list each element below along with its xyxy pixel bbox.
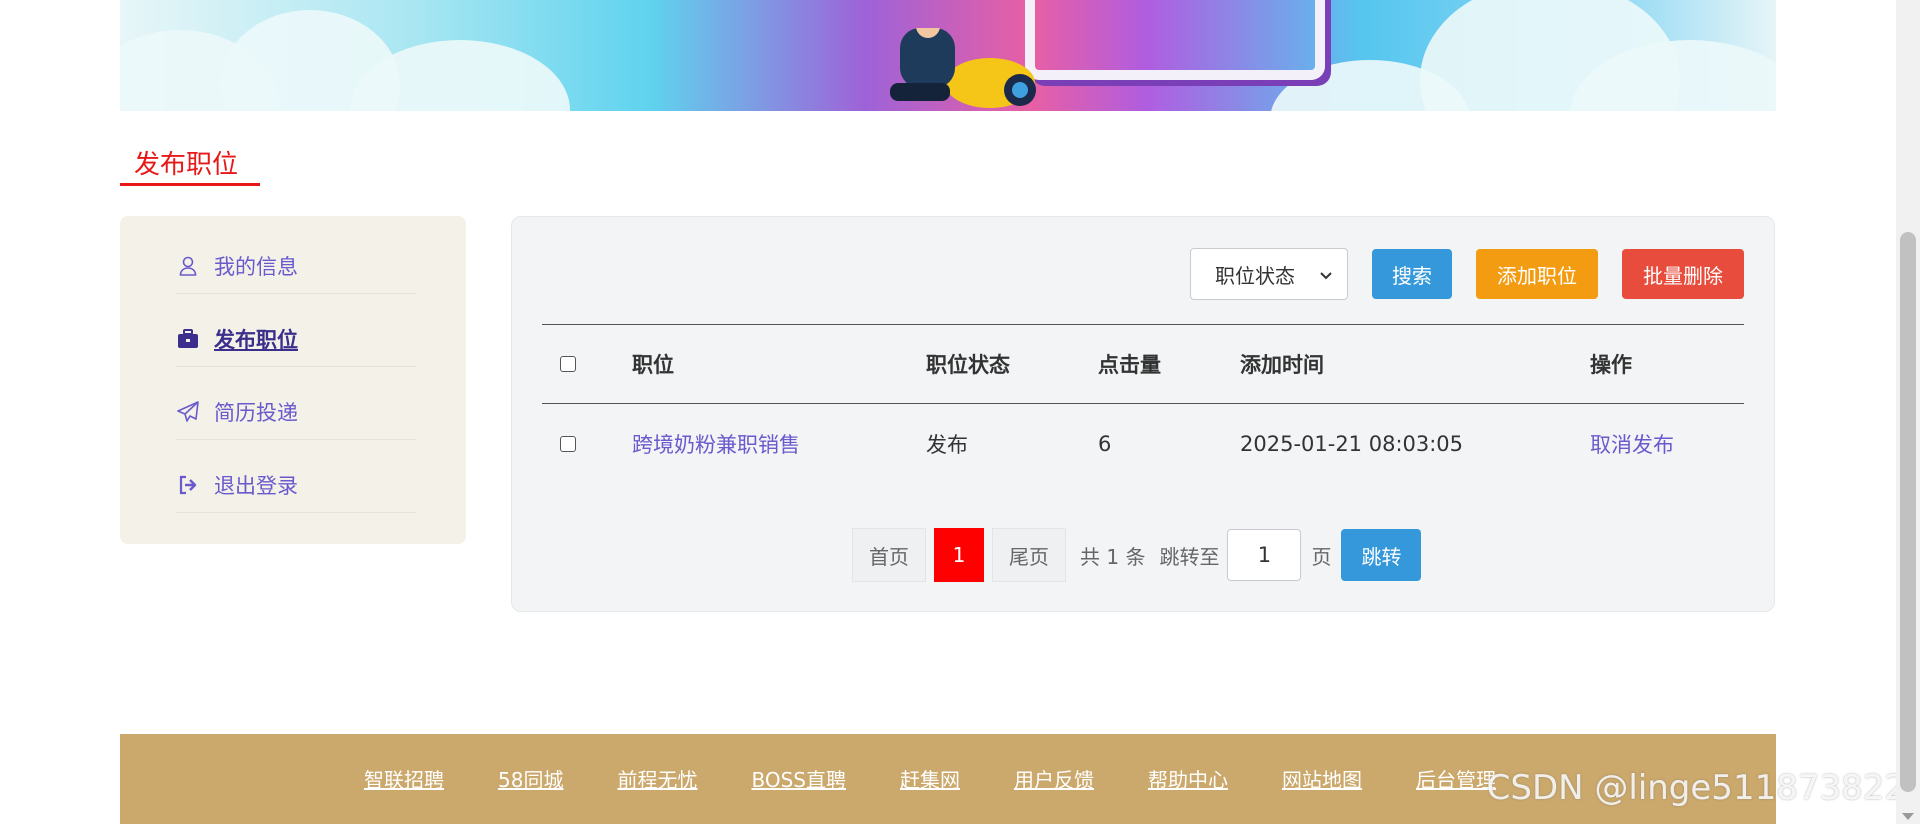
footer-link-zhilian[interactable]: 智联招聘 <box>364 764 444 793</box>
footer-link-boss[interactable]: BOSS直聘 <box>751 764 846 793</box>
jump-to-label: 跳转至 <box>1159 544 1220 569</box>
sidebar-item-my-info[interactable]: 我的信息 <box>176 238 416 294</box>
sign-out-icon <box>176 473 200 497</box>
sidebar-item-post-job[interactable]: 发布职位 <box>176 311 416 367</box>
footer-link-admin[interactable]: 后台管理 <box>1416 764 1496 793</box>
footer-link-sitemap[interactable]: 网站地图 <box>1282 764 1362 793</box>
paper-plane-icon <box>176 400 200 424</box>
sidebar-item-label: 我的信息 <box>214 254 298 279</box>
job-status: 发布 <box>926 433 968 457</box>
header-added-time: 添加时间 <box>1240 353 1324 377</box>
last-page-button[interactable]: 尾页 <box>992 528 1066 582</box>
job-title-link[interactable]: 跨境奶粉兼职销售 <box>632 404 800 484</box>
section-title-text: 发布职位 <box>134 150 239 180</box>
table-header: 职位 职位状态 点击量 添加时间 操作 <box>542 324 1744 404</box>
header-status: 职位状态 <box>926 353 1010 377</box>
footer-link-help[interactable]: 帮助中心 <box>1148 764 1228 793</box>
unpublish-link[interactable]: 取消发布 <box>1590 404 1674 484</box>
chevron-down-icon <box>1319 262 1333 286</box>
total-count: 共 1 条 <box>1080 544 1146 569</box>
sidebar-item-label: 退出登录 <box>214 473 298 498</box>
job-clicks: 6 <box>1098 432 1112 456</box>
batch-delete-button[interactable]: 批量删除 <box>1622 249 1744 299</box>
job-status-select[interactable]: 职位状态 <box>1190 248 1348 300</box>
footer-link-51job[interactable]: 前程无忧 <box>617 764 697 793</box>
jump-page-input[interactable]: 1 <box>1227 529 1302 581</box>
job-status-select-value: 职位状态 <box>1215 263 1295 288</box>
footer-links: 智联招聘 58同城 前程无忧 BOSS直聘 赶集网 用户反馈 帮助中心 网站地图… <box>364 764 1496 793</box>
briefcase-icon <box>176 327 200 351</box>
sidebar-item-label: 简历投递 <box>214 400 298 425</box>
jump-button[interactable]: 跳转 <box>1341 529 1422 581</box>
row-checkbox[interactable] <box>560 404 576 484</box>
page-unit-label: 页 <box>1311 544 1332 569</box>
add-job-button[interactable]: 添加职位 <box>1476 249 1598 299</box>
pagination: 首页 1 尾页 共 1 条 跳转至 1 页 跳转 <box>852 528 1422 582</box>
section-title-underline <box>120 183 260 186</box>
header-job: 职位 <box>632 353 674 377</box>
footer-link-feedback[interactable]: 用户反馈 <box>1014 764 1094 793</box>
first-page-button[interactable]: 首页 <box>852 528 926 582</box>
sidebar-item-resumes[interactable]: 简历投递 <box>176 384 416 440</box>
header-clicks: 点击量 <box>1098 353 1161 377</box>
sidebar-item-logout[interactable]: 退出登录 <box>176 457 416 513</box>
sidebar-item-label: 发布职位 <box>214 327 298 352</box>
scooter-illustration <box>890 28 1036 108</box>
job-added-time: 2025-01-21 08:03:05 <box>1240 432 1464 456</box>
select-all-checkbox[interactable] <box>560 325 576 403</box>
watermark: CSDN @linge511873822 <box>1486 768 1906 808</box>
current-page-button[interactable]: 1 <box>934 528 984 582</box>
toolbar: 职位状态 搜索 添加职位 批量删除 <box>1190 248 1744 300</box>
scrollbar-thumb[interactable] <box>1900 232 1916 792</box>
table-row: 跨境奶粉兼职销售 发布 6 2025-01-21 08:03:05 取消发布 <box>542 404 1744 484</box>
scroll-down-icon[interactable] <box>1902 813 1914 820</box>
banner-image <box>120 0 1776 111</box>
banner-frame <box>1025 0 1325 80</box>
footer-link-ganji[interactable]: 赶集网 <box>900 764 960 793</box>
vertical-scrollbar[interactable] <box>1896 0 1920 824</box>
job-table: 职位 职位状态 点击量 添加时间 操作 跨境奶粉兼职销售 发布 6 2025-0… <box>542 324 1744 484</box>
job-list-panel: 职位状态 搜索 添加职位 批量删除 职位 职位状态 点击量 添加时间 操作 跨境… <box>511 216 1775 612</box>
footer-link-58[interactable]: 58同城 <box>498 764 563 793</box>
sidebar: 我的信息 发布职位 简历投递 退出登录 <box>120 216 466 544</box>
user-icon <box>176 254 200 278</box>
section-title: 发布职位 <box>120 140 260 186</box>
page: 发布职位 我的信息 发布职位 简历投递 退出登录 职位状态 搜索 添加职位 批量… <box>0 0 1920 824</box>
header-actions: 操作 <box>1590 353 1632 377</box>
search-button[interactable]: 搜索 <box>1372 249 1452 299</box>
